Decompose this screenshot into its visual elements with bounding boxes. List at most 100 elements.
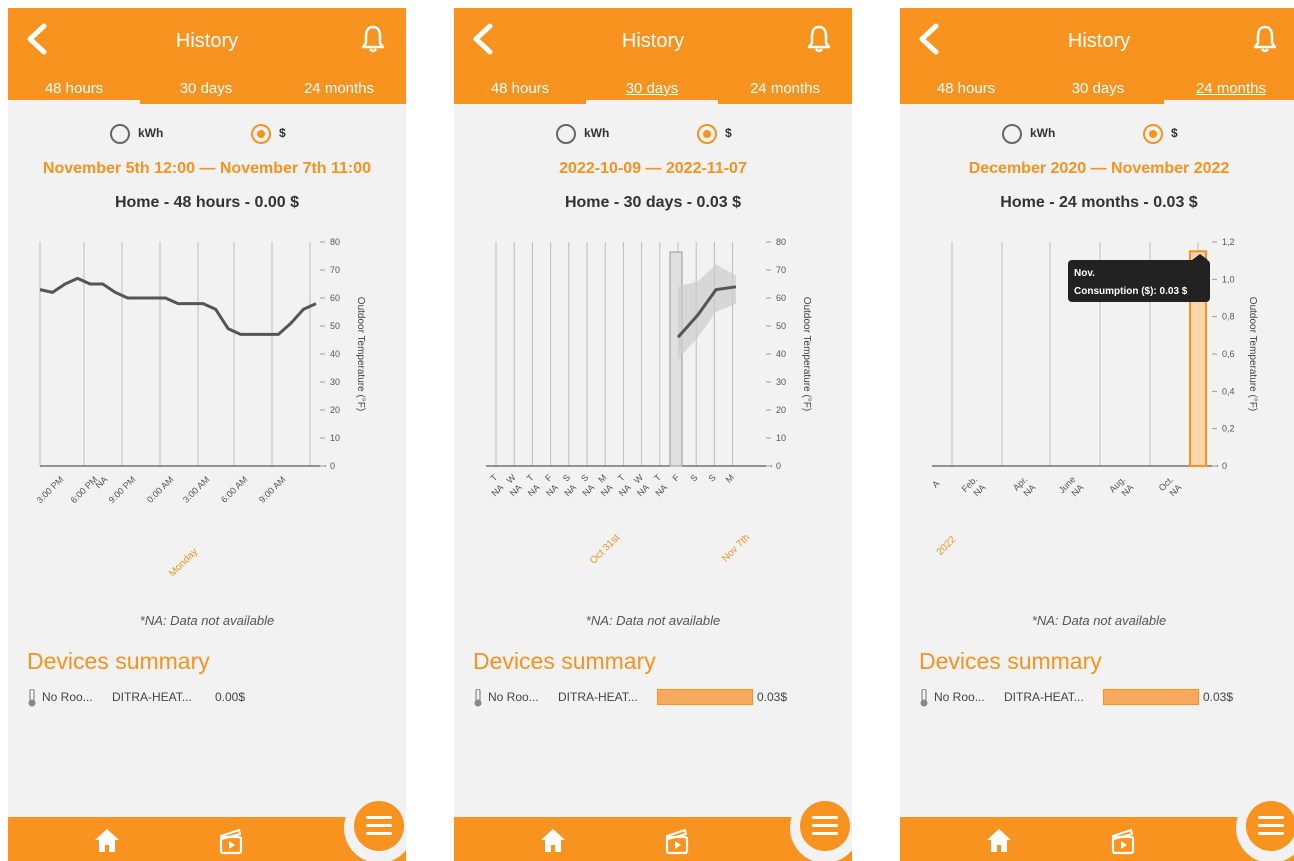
y-tick-label: 1,2 [1222,237,1235,247]
device-room: No Roo... [42,690,93,704]
radio-label: kWh [1030,126,1056,140]
tooltip: Nov. Consumption ($): 0.03 $ [1068,254,1210,302]
x-tick-label: T [525,472,536,483]
na-note: *NA: Data not available [585,613,721,628]
video-icon [219,828,243,855]
hamburger-menu-icon [1258,832,1284,835]
chart-subtitle: Home - 30 days - 0.03 $ [564,194,742,211]
history-screen-30d: History 48 hours 30 days 24 months kWh $… [454,8,852,861]
date-range: 2022-10-09 — 2022-11-07 [559,160,747,177]
bell-icon [361,25,385,53]
x-tick-label: 6:00 PM [69,474,100,505]
x-tick-na: NA [489,482,505,498]
device-room: No Roo... [488,690,539,704]
history-chart: 0 0,2 0,4 0,6 0,8 1,0 1,2 Outdoor Temperature (… [930,237,1258,558]
video-button[interactable] [664,827,690,855]
x-tick-na: NA [599,482,615,498]
y-tick-label: 40 [776,349,786,359]
x-tick-label: T [652,472,663,483]
history-screen-48h: History 48 hours 30 days 24 months kWh $… [8,8,406,861]
thermometer-icon [920,689,928,707]
device-row[interactable]: No Roo... DITRA-HEAT... 0.03$ [473,687,852,709]
menu-button[interactable] [1246,801,1294,851]
y-tick-label: 0,6 [1222,349,1235,359]
y-tick-label: 10 [776,433,786,443]
radio-dot [1149,130,1157,138]
notifications-button[interactable] [806,24,832,54]
video-button[interactable] [218,827,244,855]
y-tick-label: 20 [776,405,786,415]
x-tick-label: S [706,472,717,483]
y-tick-label: 1,0 [1222,274,1235,284]
y-tick-label: 60 [330,293,340,303]
y-tick-label: 10 [330,433,340,443]
tab-30-days[interactable]: 30 days [1032,74,1164,104]
active-tab-indicator [586,100,718,104]
radio-label: kWh [584,126,610,140]
tab-48-hours[interactable]: 48 hours [454,74,586,104]
radio-label: kWh [138,126,164,140]
device-row[interactable]: No Roo... DITRA-HEAT... 0.03$ [919,687,1294,709]
x-group-label: 2022 [935,534,959,558]
device-room: No Roo... [934,690,985,704]
home-button[interactable] [984,825,1014,855]
history-chart: 0 10 20 30 40 50 60 70 80 Outdoor Temperature (°F… [35,237,366,579]
device-row[interactable]: No Roo... DITRA-HEAT... 0.00$ [27,687,406,709]
tab-24-months[interactable]: 24 months [272,74,406,104]
unit-selector: kWh $ [8,122,406,146]
video-button[interactable] [1110,827,1136,855]
temperature-band [678,264,736,360]
na-note: *NA: Data not available [139,613,275,628]
hamburger-menu-icon [366,824,392,827]
home-icon [95,829,119,852]
tab-48-hours[interactable]: 48 hours [900,74,1032,104]
tab-30-days[interactable]: 30 days [140,74,272,104]
device-consumption-value: 0.03$ [757,690,788,704]
bottom-nav [900,817,1294,861]
y-tick-label: 40 [330,349,340,359]
x-tick-label: 9:00 AM [257,474,287,504]
tooltip-text: Consumption ($): 0.03 $ [1074,286,1188,297]
notifications-button[interactable] [360,24,386,54]
page-title: History [621,30,685,52]
x-tick-label: F [670,472,681,483]
x-tick-label: 9:00 PM [107,474,138,505]
radio-circle [556,124,576,144]
y-tick-label: 0 [330,461,335,471]
device-consumption-value: 0.00$ [215,690,246,704]
y-tick-label: 50 [776,321,786,331]
y-tick-label: 0 [776,461,781,471]
y-tick-label: 20 [330,405,340,415]
y-tick-label: 0,8 [1222,312,1235,322]
x-group-label: Oct 31st [588,532,622,566]
device-consumption-value: 0.03$ [1203,690,1234,704]
unit-selector: kWh $ [454,122,852,146]
y-tick-label: 60 [776,293,786,303]
y-tick-label: 50 [330,321,340,331]
x-tick-na: NA [526,482,542,498]
y-axis-label: Outdoor Temperature (°F) [355,297,366,411]
y-tick-label: 0,4 [1222,386,1235,396]
home-button[interactable] [92,825,122,855]
radio-label: $ [725,126,732,140]
tab-24-months[interactable]: 24 months [718,74,852,104]
chart-subtitle: Home - 24 months - 0.03 $ [1000,194,1198,211]
devices-summary-title: Devices summary [919,648,1102,674]
consumption-bar [669,251,683,467]
y-tick-label: 70 [330,265,340,275]
app-header: History 48 hours 30 days 24 months [454,8,852,104]
x-tick-label: T [616,472,627,483]
menu-button[interactable] [354,801,404,851]
radio-dot [257,130,265,138]
radio-label: $ [1171,126,1178,140]
y-tick-label: 80 [330,237,340,247]
devices-summary-title: Devices summary [27,648,210,674]
x-tick-label: 3:00 PM [35,474,66,505]
notifications-button[interactable] [1252,24,1278,54]
x-tick-na: NA [617,482,633,498]
chart-subtitle: Home - 48 hours - 0.00 $ [114,194,300,211]
menu-button[interactable] [800,801,850,851]
hamburger-menu-icon [366,832,392,835]
home-button[interactable] [538,825,568,855]
video-icon [665,828,689,855]
